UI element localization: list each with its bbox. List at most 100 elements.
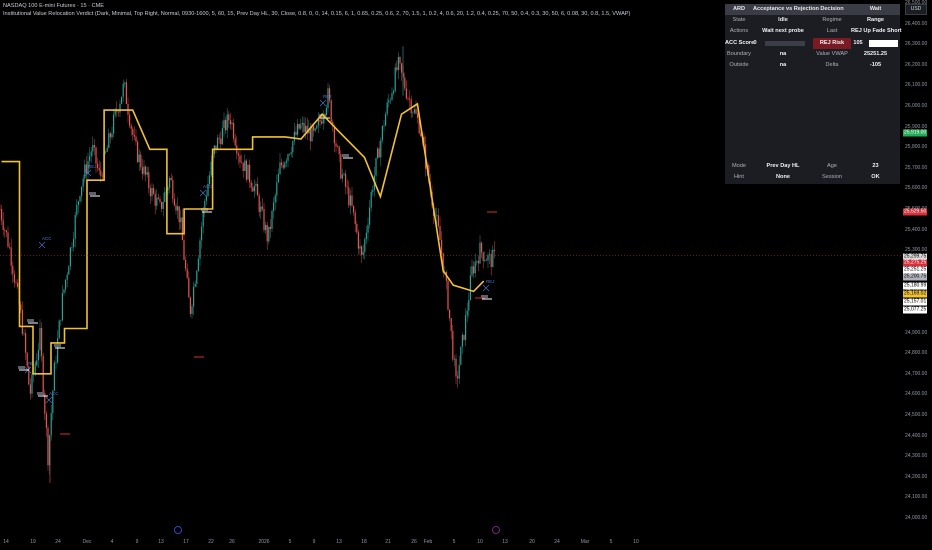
- candle-body: [133, 135, 135, 137]
- table-cell: Delta: [825, 61, 839, 68]
- candle-body: [55, 362, 57, 363]
- candle-body: [205, 196, 207, 201]
- candle-body: [156, 197, 158, 206]
- candle-body: [493, 249, 495, 252]
- candle-body: [191, 306, 193, 314]
- candle-body: [482, 252, 484, 261]
- candle-body: [242, 162, 244, 171]
- candle-body: [109, 133, 111, 138]
- candle-body: [121, 96, 123, 104]
- candle-body: [282, 165, 284, 168]
- candle-body: [485, 259, 487, 261]
- table-cell: Last: [826, 28, 838, 35]
- table-cell: Boundary: [727, 50, 751, 57]
- candle-body: [349, 195, 351, 206]
- candle-body: [169, 178, 171, 188]
- candle-body: [473, 266, 475, 274]
- candle-body: [73, 238, 75, 248]
- price-tick-label: 25,800.00: [905, 144, 928, 151]
- acc-score-bar: [765, 40, 805, 46]
- candle-body: [210, 161, 212, 176]
- candle-body: [29, 384, 31, 394]
- candle-body: [268, 226, 270, 242]
- indicator-settings-label[interactable]: Institutional Value Relocation Verdict (…: [3, 11, 630, 17]
- candle-body: [375, 158, 377, 176]
- candle-body: [69, 247, 71, 267]
- price-tag: 25,275.25: [903, 259, 928, 267]
- time-tick-label: 13: [158, 539, 164, 545]
- level-label-box: [89, 192, 96, 195]
- candle-body: [380, 140, 382, 158]
- candle-body: [369, 207, 371, 225]
- candle-body: [113, 114, 115, 134]
- candle-body: [221, 128, 223, 145]
- candle-body: [249, 164, 251, 183]
- candle-body: [361, 246, 363, 255]
- table-row: Actions Wait next probe Last REJ Up Fade…: [725, 26, 902, 37]
- candle-body: [95, 147, 97, 164]
- candle-body: [111, 133, 113, 138]
- level-label-box: [27, 319, 34, 322]
- candle-body: [476, 261, 478, 262]
- candle-body: [10, 247, 12, 266]
- level-label-box: [18, 366, 25, 369]
- candle-body: [149, 188, 151, 197]
- table-header-cell: Wait: [869, 6, 882, 12]
- time-axis[interactable]: 14 19 24 Dec 4 9 13 17 22 26 2026 5 9 13 18 21 26 Feb 5 10 1…: [0, 536, 902, 550]
- price-tick-label: 25,300.00: [905, 247, 928, 254]
- signal-marker: REJ: [88, 164, 97, 169]
- candle-body: [450, 318, 452, 331]
- candle-body: [372, 190, 374, 192]
- candle-body: [292, 141, 294, 153]
- candle-body: [335, 143, 337, 147]
- candle-body: [143, 166, 145, 174]
- candle-body: [117, 111, 119, 113]
- price-tick-label: 26,300.00: [905, 41, 928, 48]
- table-cell: Session: [822, 174, 842, 181]
- level-label-box: [37, 392, 44, 395]
- time-tick-label: 24: [554, 539, 560, 545]
- candle-body: [468, 300, 470, 311]
- candle-body: [273, 202, 275, 212]
- table-header-cell: Decision: [820, 6, 844, 12]
- candle-body: [309, 128, 311, 142]
- candle-body: [343, 173, 345, 175]
- event-icon: [492, 526, 500, 534]
- candle-body: [367, 224, 369, 233]
- candle-body: [305, 125, 307, 133]
- candle-body: [125, 82, 127, 104]
- candle-body: [274, 195, 276, 203]
- candle-body: [263, 209, 265, 230]
- table-cell: Idle: [778, 17, 788, 24]
- candle-body: [396, 67, 398, 71]
- price-tag: 25,077.25: [903, 306, 928, 314]
- candle-body: [2, 220, 4, 230]
- table-cell: REJ Up Fade Short: [851, 28, 902, 35]
- currency-button[interactable]: USD: [905, 4, 927, 15]
- candle-body: [129, 114, 131, 126]
- candle-body: [65, 279, 67, 290]
- time-tick-label: 5: [609, 539, 613, 545]
- candle-body: [333, 126, 335, 144]
- time-tick-label: 21: [385, 539, 391, 545]
- time-tick-label: 10: [477, 539, 483, 545]
- time-tick-label: Feb: [423, 539, 433, 545]
- candle-body: [439, 226, 441, 240]
- candle-body: [265, 224, 267, 231]
- candle-body: [47, 427, 49, 466]
- price-tick-label: 24,700.00: [905, 370, 928, 377]
- level-label-box: [54, 344, 61, 347]
- price-tick-label: 24,600.00: [905, 391, 928, 398]
- candle-body: [177, 206, 179, 211]
- signal-cross-icon: [38, 241, 46, 249]
- table-cell: Prev Day HL: [766, 163, 800, 170]
- candle-body: [303, 122, 305, 132]
- candle-body: [7, 232, 9, 247]
- candle-body: [186, 268, 188, 278]
- price-axis[interactable]: 26,500.00 26,400.00 26,300.00 26,200.00 26,1…: [902, 0, 932, 550]
- candle-body: [197, 258, 199, 271]
- time-tick-label: 17: [183, 539, 189, 545]
- candle-body: [0, 209, 1, 210]
- candle-body: [135, 136, 137, 142]
- table-row: Boundary na Value VWAP 25251.25: [725, 49, 900, 60]
